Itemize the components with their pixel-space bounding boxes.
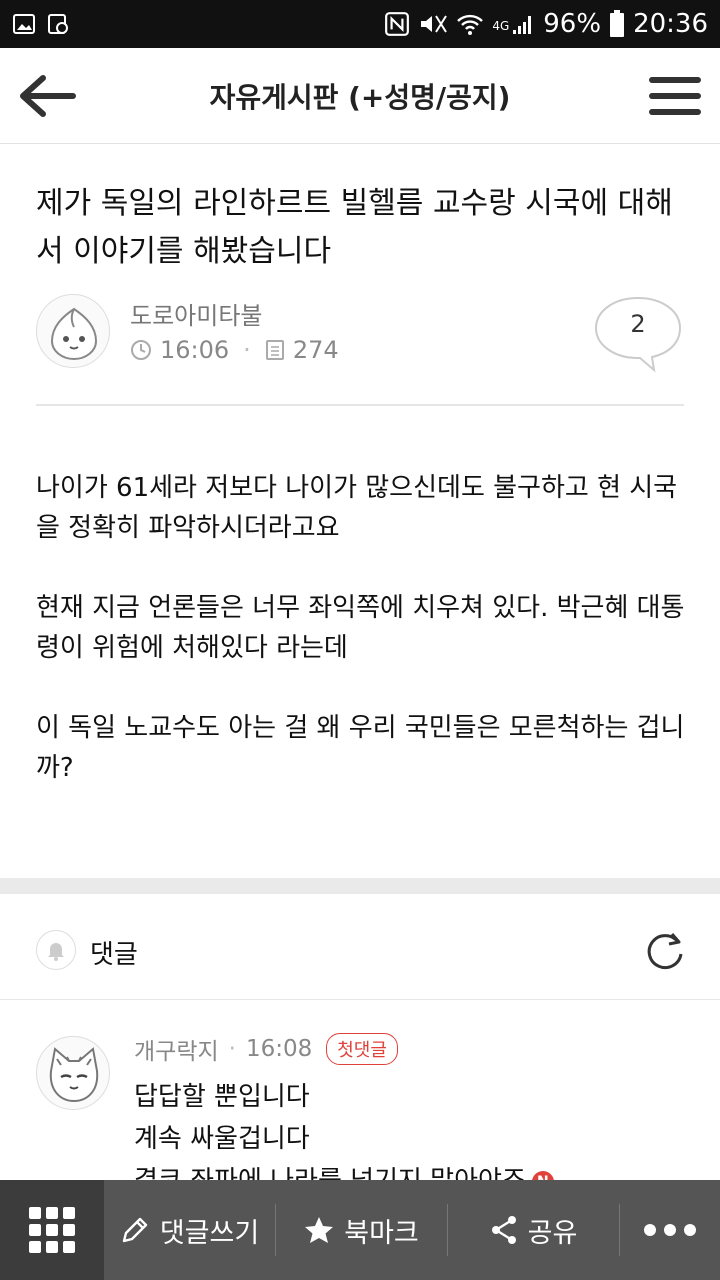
app-header: 자유게시판 (+성명/공지) (0, 48, 720, 144)
grid-menu-button[interactable] (0, 1180, 104, 1280)
clock: 20:36 (633, 9, 708, 39)
share-icon (491, 1216, 516, 1244)
meta-separator: · (243, 336, 251, 364)
view-count: 274 (292, 336, 339, 364)
nfc-icon (385, 12, 410, 36)
new-badge: N (531, 1171, 554, 1180)
bookmark-label: 북마크 (344, 1217, 419, 1249)
author-name[interactable]: 도로아미타불 (130, 296, 262, 331)
comment-line: 계속 싸울겁니다 (134, 1124, 310, 1154)
comments-header: 댓글 (0, 894, 720, 1000)
post-paragraph: 현재 지금 언론들은 너무 좌익쪽에 치우쳐 있다. 박근혜 대통령이 위험에 … (36, 593, 685, 663)
post-body: 나이가 61세라 저보다 나이가 많으신데도 불구하고 현 시국을 정확히 파악… (36, 468, 696, 828)
comment-line: 답답할 뿐입니다 (134, 1082, 310, 1112)
meta-separator: · (228, 1036, 236, 1062)
page-title: 자유게시판 (+성명/공지) (209, 80, 511, 114)
comment-count: 2 (630, 310, 646, 338)
battery-percent: 96% (543, 9, 602, 39)
star-icon (305, 1217, 334, 1243)
clock-icon (131, 340, 151, 360)
wifi-icon (457, 14, 484, 35)
comment-count-bubble[interactable]: 2 (592, 294, 684, 374)
post-title: 제가 독일의 라인하르트 빌헬름 교수랑 시국에 대해서 이야기를 해봤습니다 (36, 186, 673, 269)
battery-icon (610, 10, 625, 37)
refresh-button[interactable] (644, 930, 686, 972)
more-dot-icon (644, 1224, 656, 1236)
signal-icon (513, 16, 532, 34)
share-label: 공유 (527, 1217, 578, 1249)
grid-icon (29, 1207, 75, 1253)
status-bar: 4G 96% 20:36 (0, 0, 720, 48)
back-button[interactable] (14, 66, 80, 126)
refresh-icon (647, 933, 683, 970)
hamburger-menu-icon (649, 77, 701, 115)
comments-label: 댓글 (90, 940, 138, 970)
network-type: 4G (492, 19, 510, 33)
content-divider (36, 404, 684, 406)
write-comment-button[interactable]: 댓글쓰기 (104, 1180, 275, 1280)
menu-button[interactable] (646, 68, 704, 124)
section-separator (0, 878, 720, 894)
first-comment-badge: 첫댓글 (326, 1033, 398, 1065)
commenter-name[interactable]: 개구락지 (134, 1032, 219, 1066)
comment-meta: 개구락지 · 16:08 첫댓글 (134, 1032, 398, 1066)
comment-line-text: 결코 좌파에 나라를 넘기지 말아야죠 (134, 1166, 526, 1180)
commenter-avatar[interactable] (36, 1036, 110, 1110)
mute-icon (421, 15, 448, 33)
back-arrow-icon (20, 75, 76, 117)
post-time: 16:06 (160, 336, 230, 364)
more-dot-icon (664, 1224, 676, 1236)
comment-time: 16:08 (245, 1036, 313, 1062)
more-options-button[interactable] (620, 1180, 720, 1280)
share-button[interactable]: 공유 (448, 1180, 619, 1280)
comment-item: 개구락지 · 16:08 첫댓글 답답할 뿐입니다 계속 싸울겁니다 결코 좌파… (0, 1000, 720, 1180)
post-paragraph: 나이가 61세라 저보다 나이가 많으신데도 불구하고 현 시국을 정확히 파악… (36, 473, 678, 543)
more-dot-icon (684, 1224, 696, 1236)
peach-character-icon (50, 307, 98, 361)
write-comment-label: 댓글쓰기 (159, 1217, 260, 1249)
post-paragraph: 이 독일 노교수도 아는 걸 왜 우리 국민들은 모른척하는 겁니까? (36, 713, 685, 783)
author-avatar[interactable] (36, 294, 110, 368)
post-meta: 16:06 · 274 (130, 336, 339, 364)
comment-line: 결코 좌파에 나라를 넘기지 말아야죠 N (134, 1160, 554, 1180)
bookmark-button[interactable]: 북마크 (276, 1180, 447, 1280)
notification-toggle[interactable] (36, 930, 76, 970)
post-author-row: 도로아미타불 16:06 · 274 2 (36, 294, 684, 373)
cat-character-icon (49, 1047, 99, 1103)
comment-text: 답답할 뿐입니다 계속 싸울겁니다 결코 좌파에 나라를 넘기지 말아야죠 N (134, 1076, 554, 1180)
bottom-toolbar: 댓글쓰기 북마크 공유 (0, 1180, 720, 1280)
view-count-icon (265, 340, 284, 360)
screenshot-icon (48, 14, 68, 34)
bell-icon (48, 943, 64, 961)
gallery-icon (13, 14, 35, 34)
pencil-icon (122, 1217, 148, 1243)
